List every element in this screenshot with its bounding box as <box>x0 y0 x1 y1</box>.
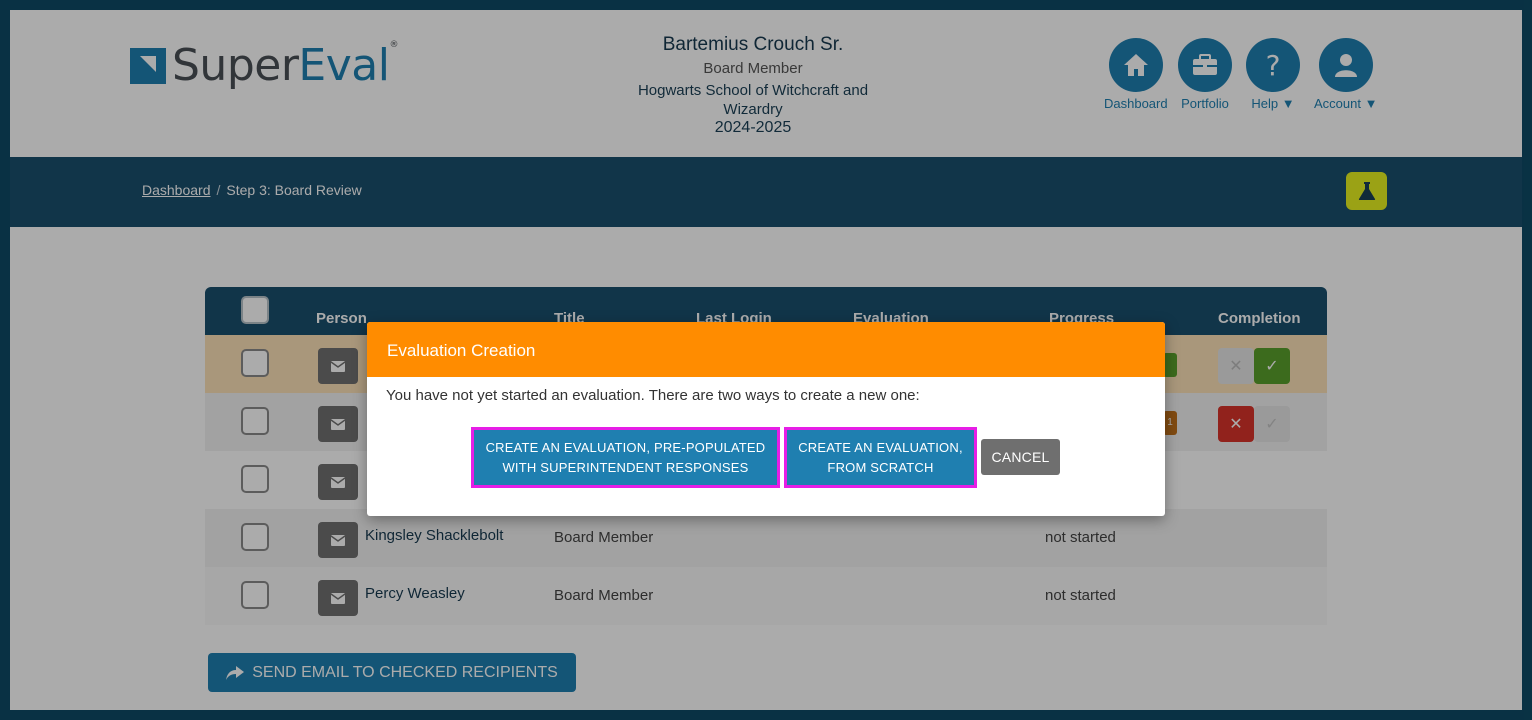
create-prepopulated-label: CREATE AN EVALUATION, PRE-POPULATED WITH… <box>485 439 766 475</box>
modal-message: You have not yet started an evaluation. … <box>386 387 920 404</box>
create-from-scratch-button[interactable]: CREATE AN EVALUATION, FROM SCRATCH <box>784 427 977 488</box>
create-prepopulated-button[interactable]: CREATE AN EVALUATION, PRE-POPULATED WITH… <box>471 427 780 488</box>
modal-title: Evaluation Creation <box>367 322 1165 377</box>
cancel-button[interactable]: CANCEL <box>981 439 1060 475</box>
cancel-label: CANCEL <box>991 449 1050 465</box>
create-from-scratch-label: CREATE AN EVALUATION, FROM SCRATCH <box>798 439 963 475</box>
